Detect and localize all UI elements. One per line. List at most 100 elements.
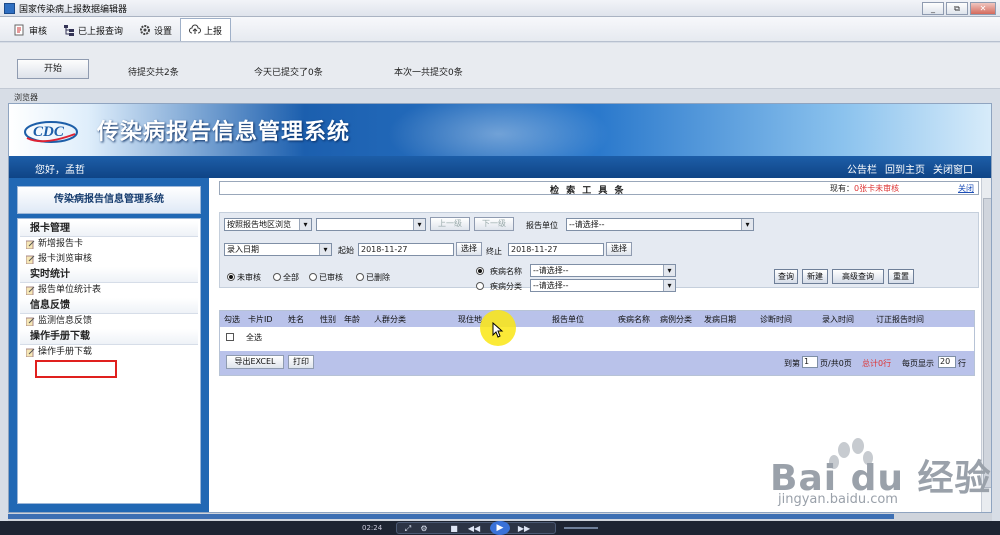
menu-section-card-management[interactable]: 报卡管理 [20,221,198,237]
review-button[interactable]: 审核 [6,19,55,41]
col-entry-time: 录入时间 [822,315,854,324]
notice-board-link[interactable]: 公告栏 [847,161,877,176]
menu-item-manual-download[interactable]: 操作手册下载 [20,345,198,360]
pencil-icon [26,255,35,264]
status-reviewed-label: 已审核 [319,273,343,282]
site-navbar: 您好，孟哲 公告栏 回到主页 关闭窗口 [9,156,991,178]
user-greeting: 您好，孟哲 [35,165,85,176]
start-button[interactable]: 开始 [17,59,89,79]
col-corrected-time: 订正报告时间 [876,315,924,324]
upload-label: 上报 [204,26,223,37]
per-page-unit: 行 [958,359,966,368]
pending-count: 待提交共2条 [128,68,179,78]
end-date-input[interactable]: 2018-11-27 [508,243,604,256]
player-rewind-icon[interactable]: ◀◀ [467,524,481,534]
up-level-button[interactable]: 上一级 [430,217,470,231]
advanced-query-button[interactable]: 高级查询 [832,269,884,284]
menu-item-manual-download-label: 操作手册下载 [38,347,93,357]
row-total-label: 总计0行 [862,359,892,368]
col-name: 姓名 [288,315,304,324]
col-diagnosis-time: 诊断时间 [760,315,792,324]
page-number-input[interactable]: 1 [802,356,818,368]
new-button[interactable]: 新建 [802,269,828,284]
close-window-link[interactable]: 关闭窗口 [933,161,973,176]
disease-name-label: 疾病名称 [490,267,522,276]
menu-item-unit-stats[interactable]: 报告单位统计表 [20,283,198,298]
disease-name-select[interactable]: --请选择-- [530,264,676,277]
search-form: 按照报告地区浏览 上一级 下一级 报告单位 --请选择-- 录入日期 起始 20… [219,212,979,292]
site-banner: CDC 传染病报告信息管理系统 [9,104,991,156]
player-fullscreen-icon[interactable]: ⤢ [401,524,415,534]
select-all-row: 全选 [220,327,974,347]
status-deleted-label: 已删除 [366,273,390,282]
start-date-label: 起始 [338,246,354,255]
query-button[interactable]: 查询 [774,269,798,284]
player-stop-icon[interactable]: ■ [447,524,461,534]
search-toolbar-header: 检 索 工 具 条 现有：0张卡未审核 关闭 [219,181,979,196]
end-date-choose-button[interactable]: 选择 [606,242,632,256]
close-button[interactable]: ✕ [970,2,996,15]
menu-section-feedback[interactable]: 信息反馈 [20,298,198,314]
print-button[interactable]: 打印 [288,355,314,369]
start-date-input[interactable]: 2018-11-27 [358,243,454,256]
pencil-icon [26,317,35,326]
horizontal-scrollbar[interactable] [8,513,992,521]
upload-status-row: 开始 待提交共2条 今天已提交了0条 本次一共提交0条 [0,43,1000,89]
menu-item-unit-stats-label: 报告单位统计表 [38,285,102,295]
status-unreviewed-radio[interactable] [227,273,235,281]
region-select[interactable] [316,218,426,231]
end-date-label: 终止 [486,247,502,256]
review-icon [14,24,24,36]
grid-header: 勾选 卡片ID 姓名 性别 年龄 人群分类 现住地 报告单位 疾病名称 病例分类… [220,311,974,327]
disease-class-radio[interactable] [476,282,484,290]
maximize-button[interactable]: ⧉ [946,2,968,15]
disease-name-radio[interactable] [476,267,484,275]
menu-item-new-card[interactable]: 新增报告卡 [20,237,198,252]
pencil-icon [26,240,35,249]
reported-query-button[interactable]: 已上报查询 [55,19,131,41]
player-forward-icon[interactable]: ▶▶ [517,524,531,534]
player-settings-icon[interactable]: ⚙ [417,524,431,534]
col-select: 勾选 [224,315,240,324]
today-count: 今天已提交了0条 [254,68,323,78]
search-toolbar-title: 检 索 工 具 条 [550,186,626,196]
menu-item-card-review-label: 报卡浏览审核 [38,254,93,264]
report-unit-label: 报告单位 [526,221,558,230]
col-report-unit: 报告单位 [552,315,584,324]
upload-cloud-icon [189,24,202,34]
minimize-button[interactable]: _ [922,2,944,15]
per-page-input[interactable]: 20 [938,356,956,368]
select-all-checkbox[interactable] [226,333,234,341]
status-reviewed-radio[interactable] [309,273,317,281]
menu-item-monitor-feedback-label: 监测信息反馈 [38,316,93,326]
reset-button[interactable]: 重置 [888,269,914,284]
disease-class-select[interactable]: --请选择-- [530,279,676,292]
region-mode-select[interactable]: 按照报告地区浏览 [224,218,312,231]
player-play-button[interactable]: ▶ [490,521,510,535]
export-excel-button[interactable]: 导出EXCEL [226,355,284,369]
per-page-label: 每页显示 [902,359,934,368]
report-unit-select[interactable]: --请选择-- [566,218,754,231]
status-deleted-radio[interactable] [356,273,364,281]
home-link[interactable]: 回到主页 [885,161,925,176]
menu-item-monitor-feedback[interactable]: 监测信息反馈 [20,314,198,329]
menu-section-manual[interactable]: 操作手册下载 [20,329,198,345]
start-date-choose-button[interactable]: 选择 [456,242,482,256]
site-title: 传染病报告信息管理系统 [97,120,351,145]
upload-tab[interactable]: 上报 [180,18,232,41]
settings-button[interactable]: 设置 [131,19,180,41]
unreviewed-count: 现有：0张卡未审核 [830,184,900,193]
status-all-radio[interactable] [273,273,281,281]
menu-item-card-review[interactable]: 报卡浏览审核 [20,252,198,267]
close-search-link[interactable]: 关闭 [958,183,974,194]
status-unreviewed-label: 未审核 [237,273,261,282]
review-label: 审核 [29,26,48,37]
col-address: 现住地 [458,315,482,324]
gear-icon [140,25,151,35]
date-type-select[interactable]: 录入日期 [224,243,332,256]
menu-section-realtime-stats[interactable]: 实时统计 [20,267,198,283]
player-volume-slider[interactable] [564,527,598,529]
col-population: 人群分类 [374,315,406,324]
down-level-button[interactable]: 下一级 [474,217,514,231]
col-age: 年龄 [344,315,360,324]
